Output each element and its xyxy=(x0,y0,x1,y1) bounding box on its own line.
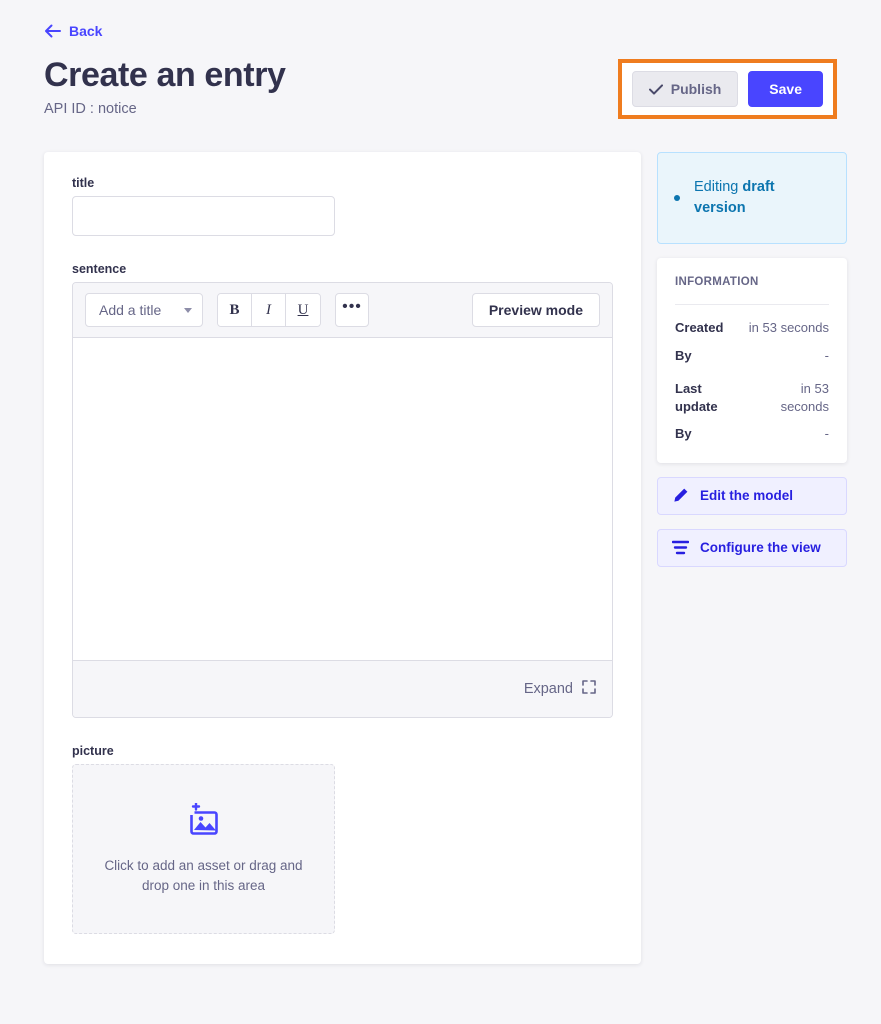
information-title: INFORMATION xyxy=(675,276,759,288)
information-group: Created in 53 seconds By - xyxy=(675,319,829,364)
title-input[interactable] xyxy=(72,196,335,236)
page-header: Back Create an entry API ID : notice Pub… xyxy=(0,0,881,119)
editing-status-card: Editing draft version xyxy=(657,152,847,244)
entry-editor-page: Back Create an entry API ID : notice Pub… xyxy=(0,0,881,1024)
information-row: Last update in 53 seconds xyxy=(675,380,829,415)
field-picture: picture Click to add an asset or drag an… xyxy=(72,744,613,934)
text-format-group: B I U xyxy=(217,293,321,327)
title-style-select-label: Add a title xyxy=(99,302,162,318)
entry-form-card: title sentence Add a title B I U ••• Pre… xyxy=(44,152,641,964)
information-card: INFORMATION Created in 53 seconds By - L… xyxy=(657,258,847,463)
edit-the-model-label: Edit the model xyxy=(700,488,794,504)
save-button[interactable]: Save xyxy=(748,71,823,107)
information-value: in 53 seconds xyxy=(748,320,829,335)
field-sentence: sentence Add a title B I U ••• Preview m… xyxy=(72,262,613,718)
expand-label: Expand xyxy=(523,681,573,697)
information-key: By xyxy=(675,426,692,442)
information-key: Last update xyxy=(675,381,718,414)
publish-button[interactable]: Publish xyxy=(631,71,739,107)
picture-dropzone[interactable]: Click to add an asset or drag and drop o… xyxy=(72,764,335,934)
arrow-left-icon xyxy=(44,24,61,38)
title-block: Create an entry API ID : notice xyxy=(44,55,286,117)
information-key: By xyxy=(675,347,692,363)
layout-lines-icon xyxy=(672,540,689,555)
information-value: in 53 seconds xyxy=(780,381,829,414)
rich-text-editor: Add a title B I U ••• Preview mode Expan… xyxy=(72,282,613,718)
picture-field-label: picture xyxy=(72,744,114,758)
preview-mode-button[interactable]: Preview mode xyxy=(471,293,600,327)
information-group: Last update in 53 seconds By - xyxy=(675,380,829,443)
information-divider xyxy=(675,304,829,305)
api-id-label: API ID : notice xyxy=(44,101,137,118)
editing-status-text: Editing draft version xyxy=(694,177,830,218)
field-title: title xyxy=(72,176,613,236)
underline-button[interactable]: U xyxy=(286,294,320,326)
dropzone-instruction-text: Click to add an asset or drag and drop o… xyxy=(104,857,303,893)
bold-button[interactable]: B xyxy=(218,294,252,326)
expand-icon xyxy=(582,680,596,698)
page-body: title sentence Add a title B I U ••• Pre… xyxy=(0,152,881,964)
status-prefix: Editing xyxy=(694,179,743,196)
back-label: Back xyxy=(69,23,103,39)
information-row: By - xyxy=(675,347,829,365)
actions-highlight-box: Publish Save xyxy=(617,59,837,119)
check-icon xyxy=(648,83,663,95)
italic-button[interactable]: I xyxy=(252,294,286,326)
pencil-icon xyxy=(672,487,689,504)
information-value: - xyxy=(824,347,829,363)
title-style-select[interactable]: Add a title xyxy=(85,293,203,327)
configure-the-view-button[interactable]: Configure the view xyxy=(657,528,847,567)
entry-sidebar: Editing draft version INFORMATION Create… xyxy=(657,152,847,567)
information-key: Created xyxy=(675,320,724,335)
title-and-actions-row: Create an entry API ID : notice Publish … xyxy=(44,55,837,119)
editor-content-area[interactable] xyxy=(73,338,612,660)
sentence-field-label: sentence xyxy=(72,262,127,276)
information-row: By - xyxy=(675,425,829,443)
status-dot-icon xyxy=(674,195,680,201)
more-options-button[interactable]: ••• xyxy=(335,293,369,327)
title-field-label: title xyxy=(72,176,95,190)
save-label: Save xyxy=(769,81,802,97)
expand-button[interactable]: Expand xyxy=(524,680,596,698)
information-value: - xyxy=(824,426,829,442)
chevron-down-icon xyxy=(184,307,192,313)
back-link[interactable]: Back xyxy=(44,24,102,38)
configure-the-view-label: Configure the view xyxy=(700,540,821,556)
publish-label: Publish xyxy=(670,81,722,97)
editor-toolbar: Add a title B I U ••• Preview mode xyxy=(73,283,612,338)
add-image-icon xyxy=(185,802,223,842)
edit-the-model-button[interactable]: Edit the model xyxy=(657,476,847,515)
information-row: Created in 53 seconds xyxy=(675,319,829,337)
editor-footer: Expand xyxy=(73,660,612,717)
page-title: Create an entry xyxy=(44,56,286,94)
